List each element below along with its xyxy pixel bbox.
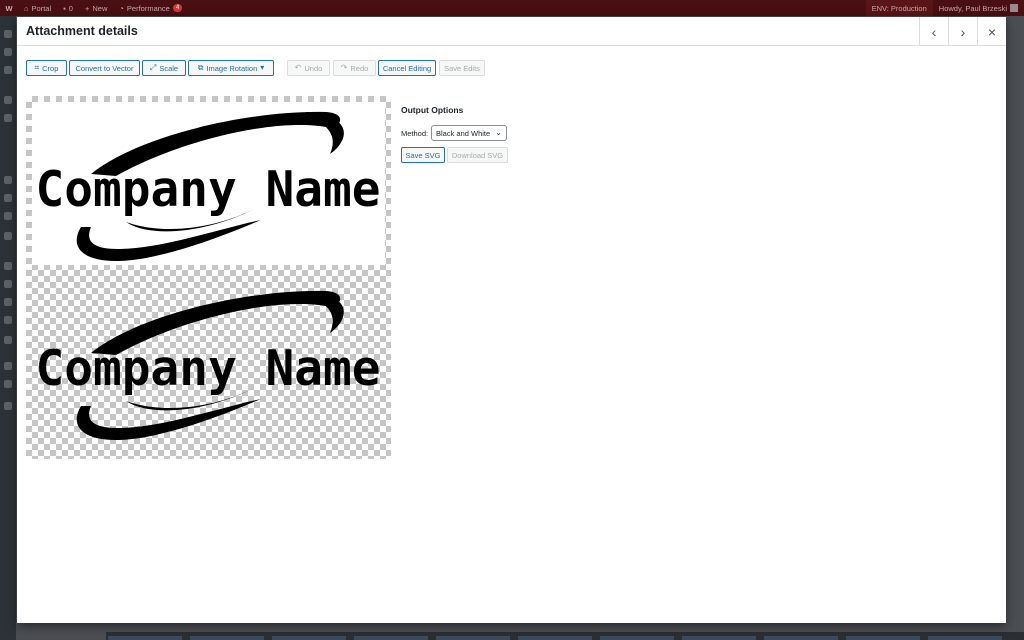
- media-thumb: [928, 636, 1002, 640]
- performance-label: Performance: [126, 3, 170, 13]
- method-value: Black and White: [436, 128, 491, 138]
- modal-header: Attachment details ‹ › ×: [17, 17, 1006, 46]
- comments-count: 0: [68, 3, 73, 13]
- save-svg-button[interactable]: Save SVG: [401, 147, 445, 163]
- attachment-details-modal: Attachment details ‹ › × ⌗ Crop Convert …: [17, 17, 1006, 623]
- admin-bar: W ⌂ Portal ▪ 0 + New ◔ Performance 4 ENV…: [0, 0, 1024, 16]
- scale-icon: ⤢: [149, 63, 157, 72]
- admin-bar-account[interactable]: Howdy, Paul Brzeski: [933, 0, 1024, 16]
- image-rotation-button[interactable]: ⧉ Image Rotation ▾: [188, 60, 274, 76]
- admin-bar-performance[interactable]: ◔ Performance 4: [113, 0, 188, 16]
- chevron-right-icon: ›: [960, 23, 966, 40]
- gauge-icon: ◔: [119, 3, 124, 13]
- crop-button[interactable]: ⌗ Crop: [26, 60, 67, 76]
- media-thumb: [272, 636, 346, 640]
- users-icon: [4, 298, 12, 306]
- greeting: Howdy, Paul Brzeski: [938, 3, 1007, 13]
- comments-icon: [4, 176, 12, 184]
- logo-text: Company Name: [36, 340, 381, 397]
- pin-icon: [4, 212, 12, 220]
- redo-icon: ↷: [340, 63, 348, 72]
- caret-down-icon: ▾: [260, 63, 265, 72]
- previous-button[interactable]: ‹: [919, 17, 948, 46]
- dashboard-icon: [4, 30, 12, 38]
- plus-icon: +: [84, 3, 90, 13]
- settings-icon: [4, 336, 12, 344]
- env-indicator[interactable]: ENV: Production: [865, 0, 933, 16]
- new-label: New: [92, 3, 108, 13]
- chevron-left-icon: ‹: [931, 23, 937, 40]
- company-logo-original: Company Name: [36, 111, 381, 262]
- undo-button[interactable]: ↶ Undo: [287, 60, 330, 76]
- company-logo-vector: Company Name: [36, 290, 381, 441]
- admin-bar-new[interactable]: + New: [79, 0, 113, 16]
- tools-icon: [4, 262, 12, 270]
- image-preview: Company Name Company Name: [26, 96, 391, 459]
- globe-icon: [4, 380, 12, 388]
- output-options-title: Output Options: [401, 105, 464, 115]
- pin-icon: [4, 194, 12, 202]
- close-icon: ×: [987, 23, 997, 40]
- save-edits-button[interactable]: Save Edits: [439, 60, 485, 76]
- media-thumb: [108, 636, 182, 640]
- gauge-icon: [4, 362, 12, 370]
- method-select[interactable]: Black and White ⌄: [431, 125, 507, 141]
- download-svg-button[interactable]: Download SVG: [447, 147, 508, 163]
- media-thumb: [600, 636, 674, 640]
- media-thumb: [846, 636, 920, 640]
- site-name: Portal: [31, 3, 52, 13]
- media-icon: [4, 114, 12, 122]
- home-icon: ⌂: [24, 3, 29, 13]
- redo-button[interactable]: ↷ Redo: [333, 60, 376, 76]
- settings-icon: [4, 48, 12, 56]
- collapse-icon: [4, 402, 12, 410]
- pages-icon: [4, 66, 12, 74]
- admin-sidebar: [0, 16, 16, 640]
- cancel-editing-button[interactable]: Cancel Editing: [378, 60, 436, 76]
- undo-icon: ↶: [294, 63, 302, 72]
- admin-bar-site[interactable]: ⌂ Portal: [18, 0, 57, 16]
- wrench-icon: [4, 316, 12, 324]
- media-thumb: [764, 636, 838, 640]
- media-thumb: [436, 636, 510, 640]
- comment-icon: ▪: [63, 3, 66, 13]
- chevron-down-icon: ⌄: [495, 128, 502, 137]
- next-button[interactable]: ›: [948, 17, 977, 46]
- env-label: ENV: Production: [871, 3, 927, 13]
- media-thumb: [354, 636, 428, 640]
- scale-button[interactable]: ⤢ Scale: [142, 60, 186, 76]
- media-thumb: [518, 636, 592, 640]
- wordpress-logo-icon[interactable]: W: [0, 0, 18, 16]
- close-button[interactable]: ×: [977, 17, 1006, 46]
- plugins-icon: [4, 280, 12, 288]
- modal-title: Attachment details: [26, 24, 138, 38]
- pin-icon: [4, 96, 12, 104]
- avatar: [1010, 4, 1018, 12]
- method-label: Method:: [401, 129, 429, 138]
- pin-icon: [4, 232, 12, 240]
- media-thumb: [190, 636, 264, 640]
- media-thumb: [682, 636, 756, 640]
- crop-icon: ⌗: [34, 63, 40, 72]
- convert-to-vector-button[interactable]: Convert to Vector: [69, 60, 140, 76]
- admin-bar-comments[interactable]: ▪ 0: [57, 0, 79, 16]
- performance-badge: 4: [172, 4, 183, 12]
- rotate-icon: ⧉: [197, 63, 204, 72]
- logo-text: Company Name: [36, 161, 381, 218]
